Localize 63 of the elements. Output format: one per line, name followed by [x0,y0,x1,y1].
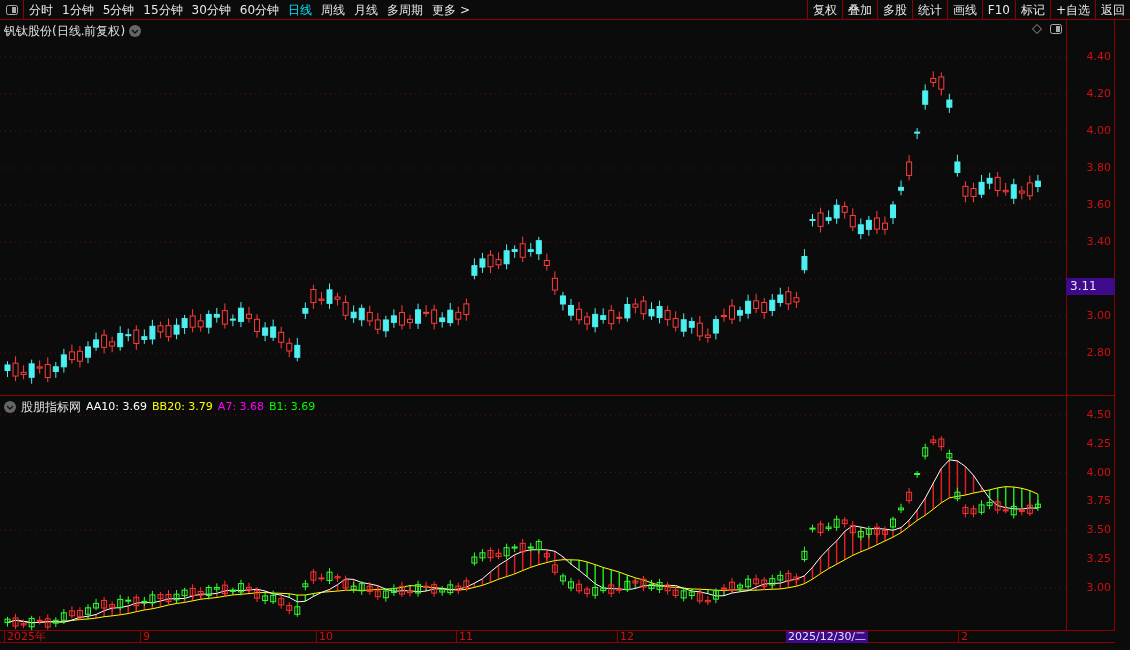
date-label: 12 [617,631,634,643]
period-tab[interactable]: 更多 > [432,0,470,19]
toolbar-button[interactable]: 叠加 [841,0,877,19]
legend-value: BB20: 3.79 [152,398,213,415]
candle [954,154,961,178]
date-label: 11 [456,631,473,643]
toolbar-button[interactable]: 返回 [1095,0,1130,19]
date-label: 9 [140,631,150,643]
current-price-badge: 3.11 [1066,278,1115,295]
period-tab[interactable]: 1分钟 [62,0,94,19]
toolbar-button[interactable]: F10 [981,0,1015,19]
candle [890,200,896,225]
candle [407,314,413,330]
period-tab[interactable]: 周线 [321,0,346,19]
price-label: 3.40 [1086,235,1111,249]
candle [246,306,252,323]
period-tab[interactable]: 15分钟 [143,0,183,19]
toolbar-button[interactable]: 统计 [911,0,947,19]
price-label: 2.80 [1086,346,1111,360]
toolbar-button[interactable]: 画线 [946,0,982,19]
indicator-value-label: 3.75 [1086,494,1111,509]
indicator-value-label: 4.00 [1086,465,1111,480]
indicator-value-label: 3.25 [1086,552,1111,566]
candle [85,340,91,364]
dropdown-icon[interactable] [4,401,16,413]
price-label: 4.40 [1086,50,1111,64]
toolbar-button[interactable]: 复权 [806,0,842,19]
price-label: 3.60 [1086,198,1111,212]
price-label: 3.00 [1086,309,1111,323]
period-tab[interactable]: 多周期 [387,0,424,19]
legend-value: A7: 3.68 [217,398,265,415]
date-label: 10 [316,631,333,643]
panel-toggle-icon[interactable] [1050,24,1062,34]
date-label: 2 [958,631,968,643]
panel-toggle-icon[interactable] [5,4,18,15]
price-label: 4.00 [1086,124,1111,138]
candle [568,298,574,322]
candle [729,298,735,325]
price-label: 4.20 [1086,87,1111,101]
candle [801,248,808,275]
period-tab[interactable]: 60分钟 [239,0,280,19]
legend-value: B1: 3.69 [269,398,316,415]
indicator-value-label: 3.50 [1086,523,1111,538]
indicator-name: 股朋指标网 [21,399,81,416]
candle [914,127,921,140]
indicator-value-label: 3.00 [1086,580,1111,595]
period-tab[interactable]: 分时 [29,0,53,19]
dropdown-icon[interactable] [129,25,142,37]
toolbar-button[interactable]: 标记 [1014,0,1050,19]
cursor-date-badge: 2025/12/30/二 [786,631,869,643]
indicator-value-label: 4.50 [1086,408,1111,422]
diamond-icon[interactable] [1032,24,1042,34]
toolbar-button[interactable]: +自选 [1049,0,1095,19]
date-label: 2025年 [4,631,46,643]
period-tab[interactable]: 月线 [354,0,379,19]
period-tab[interactable]: 30分钟 [191,0,231,19]
toolbar-button[interactable]: 多股 [876,0,912,19]
period-tab[interactable]: 日线 [288,0,313,19]
indicator-value-label: 4.25 [1086,436,1111,451]
chart-title: 钒钛股份(日线.前复权) [4,23,126,40]
period-tab[interactable]: 5分钟 [102,0,135,19]
price-label: 3.80 [1086,161,1111,175]
legend-value: AA10: 3.69 [86,398,148,415]
